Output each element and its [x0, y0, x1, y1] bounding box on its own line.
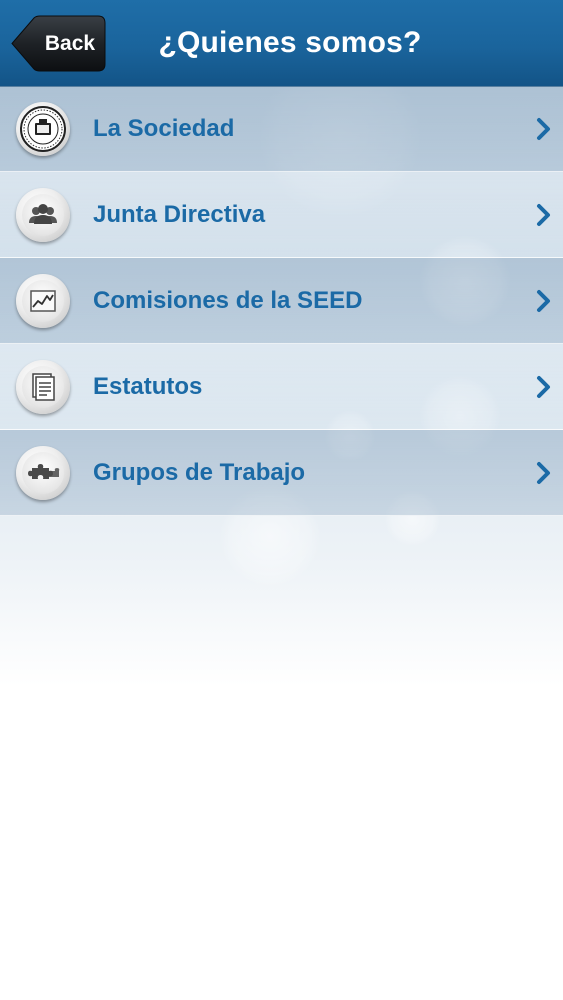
menu-item-label: Grupos de Trabajo — [93, 459, 306, 486]
page-title: ¿Quienes somos? — [158, 26, 422, 59]
menu-item-label: Estatutos — [93, 373, 203, 400]
chart-icon — [16, 274, 70, 328]
menu-item-comisiones[interactable]: Comisiones de la SEED — [0, 258, 563, 344]
chevron-right-icon — [537, 462, 550, 484]
menu-item-junta-directiva[interactable]: Junta Directiva — [0, 172, 563, 258]
back-label: Back — [44, 32, 96, 55]
navigation-bar: Back ¿Quienes somos? — [0, 0, 563, 87]
menu-item-estatutos[interactable]: Estatutos — [0, 344, 563, 430]
screen: Back ¿Quienes somos? La Sociedad Junta D… — [0, 0, 563, 1000]
seal-icon — [16, 102, 70, 156]
menu-item-la-sociedad[interactable]: La Sociedad — [0, 86, 563, 172]
people-icon — [16, 188, 70, 242]
menu-item-label: La Sociedad — [93, 115, 235, 142]
menu-item-label: Junta Directiva — [93, 201, 266, 228]
menu-item-label: Comisiones de la SEED — [93, 287, 363, 314]
document-icon — [16, 360, 70, 414]
chevron-right-icon — [537, 376, 550, 398]
chevron-right-icon — [537, 118, 550, 140]
menu-item-grupos-de-trabajo[interactable]: Grupos de Trabajo — [0, 430, 563, 516]
menu-list: La Sociedad Junta Directiva Comisiones d… — [0, 86, 563, 516]
back-button[interactable]: Back — [10, 15, 106, 72]
chevron-right-icon — [537, 204, 550, 226]
puzzle-icon — [16, 446, 70, 500]
chevron-right-icon — [537, 290, 550, 312]
